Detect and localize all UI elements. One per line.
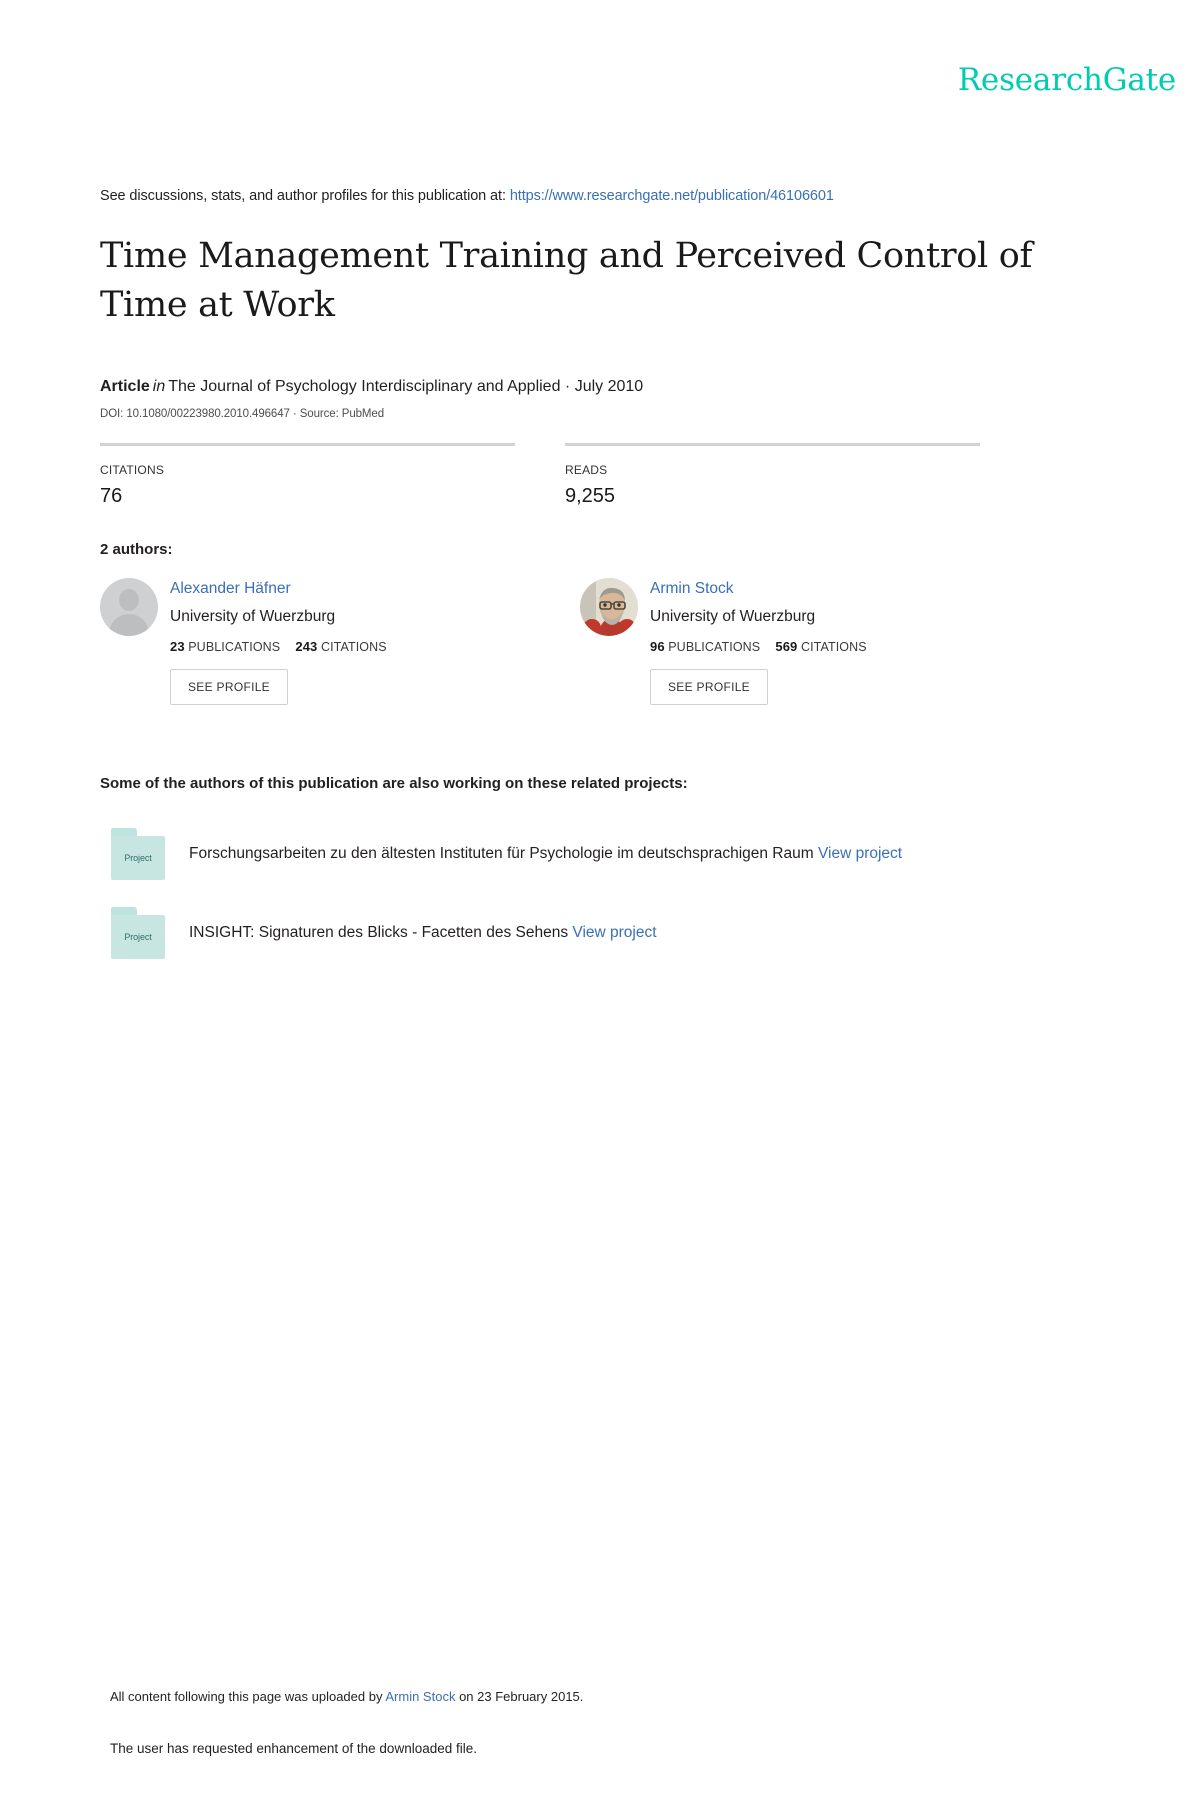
discussion-prefix: See discussions, stats, and author profi… xyxy=(100,188,506,204)
reads-label: READS xyxy=(565,463,608,477)
avatar-portrait-icon xyxy=(580,578,638,636)
author-citations-count: 569 xyxy=(775,639,798,654)
view-project-link[interactable]: View project xyxy=(818,845,902,862)
project-folder-icon: Project xyxy=(111,907,167,959)
publications-word: PUBLICATIONS xyxy=(188,640,281,654)
citations-word: CITATIONS xyxy=(320,640,387,654)
authors-heading: 2 authors: xyxy=(100,541,173,558)
avatar-photo[interactable] xyxy=(580,578,638,636)
project-folder-icon: Project xyxy=(111,828,167,880)
citations-label: CITATIONS xyxy=(100,463,165,477)
author-card: Alexander Häfner University of Wuerzburg… xyxy=(100,578,580,705)
list-item: Project INSIGHT: Signaturen des Blicks -… xyxy=(100,904,1080,962)
publication-url-link[interactable]: https://www.researchgate.net/publication… xyxy=(510,188,834,204)
project-text: INSIGHT: Signaturen des Blicks - Facette… xyxy=(189,922,1080,944)
upload-suffix: on 23 February 2015. xyxy=(459,1689,584,1704)
article-in-word: in xyxy=(152,378,166,395)
author-affiliation: University of Wuerzburg xyxy=(170,608,336,625)
author-metrics: 96 PUBLICATIONS 569 CITATIONS xyxy=(650,639,1060,654)
citations-stat: CITATIONS 76 xyxy=(100,443,515,508)
author-body: Armin Stock University of Wuerzburg 96 P… xyxy=(650,578,1060,705)
uploader-link[interactable]: Armin Stock xyxy=(385,1689,455,1704)
reads-value: 9,255 xyxy=(565,485,616,507)
author-body: Alexander Häfner University of Wuerzburg… xyxy=(170,578,580,705)
project-title: INSIGHT: Signaturen des Blicks - Facette… xyxy=(189,924,569,941)
folder-label: Project xyxy=(124,853,152,863)
doi-source-line: DOI: 10.1080/00223980.2010.496647 · Sour… xyxy=(100,408,384,420)
upload-credit-line: All content following this page was uplo… xyxy=(110,1689,583,1704)
author-publications-count: 96 xyxy=(650,639,665,654)
upload-prefix: All content following this page was uplo… xyxy=(110,1689,383,1704)
project-title: Forschungsarbeiten zu den ältesten Insti… xyxy=(189,845,814,862)
publication-cover-page: ResearchGate See discussions, stats, and… xyxy=(0,0,1200,1800)
authors-list: Alexander Häfner University of Wuerzburg… xyxy=(100,578,1060,705)
enhancement-note: The user has requested enhancement of th… xyxy=(110,1741,477,1756)
citations-word: CITATIONS xyxy=(800,640,867,654)
author-metrics: 23 PUBLICATIONS 243 CITATIONS xyxy=(170,639,580,654)
stat-divider xyxy=(565,443,980,446)
see-profile-button[interactable]: SEE PROFILE xyxy=(650,669,768,705)
citations-value: 76 xyxy=(100,485,123,507)
author-name-link[interactable]: Alexander Häfner xyxy=(170,579,580,599)
article-type-label: Article xyxy=(100,378,150,395)
see-profile-button[interactable]: SEE PROFILE xyxy=(170,669,288,705)
page-title: Time Management Training and Perceived C… xyxy=(100,236,1033,325)
author-citations-count: 243 xyxy=(295,639,318,654)
avatar-placeholder-icon[interactable] xyxy=(100,578,158,636)
author-card: Armin Stock University of Wuerzburg 96 P… xyxy=(580,578,1060,705)
author-publications-count: 23 xyxy=(170,639,185,654)
project-text: Forschungsarbeiten zu den ältesten Insti… xyxy=(189,843,1080,865)
article-venue: The Journal of Psychology Interdisciplin… xyxy=(168,378,644,395)
view-project-link[interactable]: View project xyxy=(572,924,656,941)
projects-heading: Some of the authors of this publication … xyxy=(100,775,688,792)
folder-label: Project xyxy=(124,932,152,942)
discussion-line: See discussions, stats, and author profi… xyxy=(100,188,834,204)
article-venue-line: Article in The Journal of Psychology Inter… xyxy=(100,378,643,396)
projects-list: Project Forschungsarbeiten zu den ältest… xyxy=(100,825,1080,983)
publications-word: PUBLICATIONS xyxy=(668,640,761,654)
avatar-wrap xyxy=(580,578,650,705)
stat-divider xyxy=(100,443,515,446)
researchgate-logo[interactable]: ResearchGate xyxy=(958,62,1176,98)
avatar-wrap xyxy=(100,578,170,705)
author-name-link[interactable]: Armin Stock xyxy=(650,579,1060,599)
reads-stat: READS 9,255 xyxy=(565,443,980,508)
metrics-row: CITATIONS 76 READS 9,255 xyxy=(100,443,1030,508)
author-affiliation: University of Wuerzburg xyxy=(650,608,816,625)
list-item: Project Forschungsarbeiten zu den ältest… xyxy=(100,825,1080,883)
